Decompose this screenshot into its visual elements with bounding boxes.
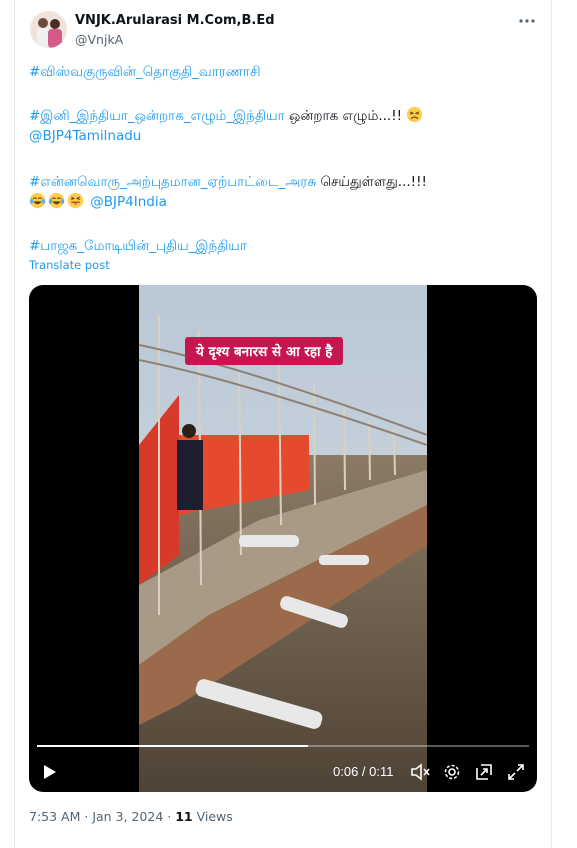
tears-of-joy-emoji-icon	[29, 192, 46, 209]
tweet-text: செய்துள்ளது...!!!	[316, 174, 427, 190]
settings-gear-icon[interactable]	[441, 761, 463, 783]
tears-of-joy-emoji-icon	[48, 192, 65, 209]
fullscreen-icon[interactable]	[505, 761, 527, 783]
video-frame: ये दृश्य बनारस से आ रहा है	[139, 285, 427, 792]
hashtag-link[interactable]: #விஸ்வகுருவின்_தொகுதி_வாரணாசி	[29, 64, 261, 80]
post-date[interactable]: Jan 3, 2024	[92, 809, 163, 824]
more-options-icon[interactable]	[515, 11, 539, 31]
squinting-tongue-emoji-icon	[67, 192, 84, 209]
mention-link[interactable]: @BJP4India	[90, 194, 167, 210]
tweet-line-1: #விஸ்வகுருவின்_தொகுதி_வாரணாசி	[29, 62, 544, 82]
video-progress-bar[interactable]	[37, 745, 529, 747]
meta-separator: ·	[163, 809, 176, 824]
tweet-line-5: @BJP4India	[29, 192, 544, 212]
author-handle[interactable]: @VnjkA	[75, 32, 123, 47]
tweet-line-2: #இனி_இந்தியா_ஒன்றாக_எழும்_இந்தியா ஒன்றாக…	[29, 106, 544, 126]
mute-icon[interactable]	[409, 761, 431, 783]
hashtag-link[interactable]: #இனி_இந்தியா_ஒன்றாக_எழும்_இந்தியா	[29, 108, 285, 124]
post-time[interactable]: 7:53 AM	[29, 809, 80, 824]
tweet-meta: 7:53 AM · Jan 3, 2024 · 11 Views	[29, 809, 233, 824]
video-player[interactable]: ये दृश्य बनारस से आ रहा है 0:06 / 0:11	[29, 285, 537, 792]
views-count: 11	[175, 809, 193, 824]
translate-post-link[interactable]: Translate post	[29, 258, 110, 272]
avatar[interactable]	[30, 11, 67, 48]
hashtag-link[interactable]: #பாஜக_மோடியின்_புதிய_இந்தியா	[29, 238, 247, 254]
video-progress-fill	[37, 745, 308, 747]
mention-link[interactable]: @BJP4Tamilnadu	[29, 128, 141, 144]
tweet-line-3: @BJP4Tamilnadu	[29, 126, 544, 146]
tweet-line-4: #என்னவொரு_அற்புதமான_ஏற்பாட்டை_அரசு செய்த…	[29, 172, 544, 192]
author-name[interactable]: VNJK.Arularasi M.Com,B.Ed	[75, 13, 275, 28]
tweet-line-6: #பாஜக_மோடியின்_புதிய_இந்தியா	[29, 236, 544, 256]
tweet-text: ஒன்றாக எழும்...!!	[284, 108, 407, 124]
video-time: 0:06 / 0:11	[333, 764, 394, 779]
hashtag-link[interactable]: #என்னவொரு_அற்புதமான_ஏற்பாட்டை_அரசு	[29, 174, 316, 190]
weary-face-emoji-icon	[407, 106, 423, 123]
picture-in-picture-icon[interactable]	[473, 761, 495, 783]
video-caption: ये दृश्य बनारस से आ रहा है	[185, 337, 344, 365]
meta-separator: ·	[80, 809, 93, 824]
views-label: Views	[196, 809, 233, 824]
play-icon[interactable]	[39, 761, 61, 783]
